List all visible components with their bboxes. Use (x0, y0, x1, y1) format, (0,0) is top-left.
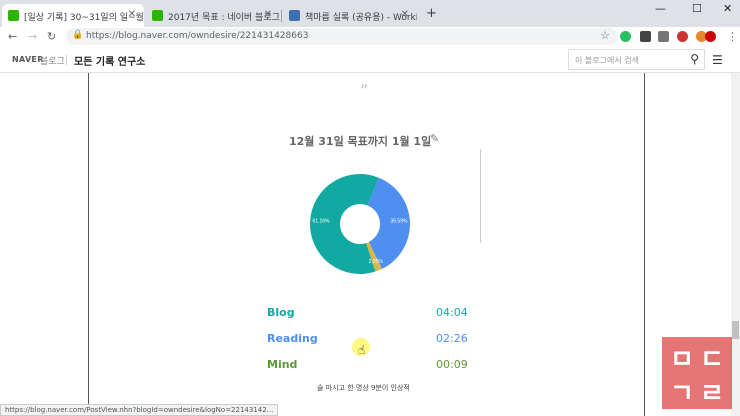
lock-icon: 🔒 (72, 30, 84, 40)
close-window-button[interactable]: ✕ (723, 2, 732, 15)
naver-blog-favicon-icon (152, 10, 163, 21)
reload-icon[interactable]: ↻ (47, 30, 56, 43)
pencil-edit-icon[interactable]: ✎ (430, 132, 439, 145)
watermark-char: ㄱ (670, 379, 694, 409)
url-text: https://blog.naver.com/owndesire/2214314… (86, 31, 309, 41)
bookmark-star-icon[interactable]: ☆ (600, 29, 610, 42)
blog-search-input[interactable]: 이 블로그에서 검색 ⚲ (568, 49, 705, 70)
tab-second[interactable]: 2017년 목표 : 네이버 블로그 ✕ (146, 4, 280, 27)
status-bar-url: https://blog.naver.com/PostView.nhn?blog… (0, 404, 279, 416)
quote-mark-icon: ” (360, 81, 369, 100)
close-icon[interactable]: ✕ (401, 9, 409, 20)
slice-label-blog: 61.16% (313, 219, 331, 225)
browser-tab-strip: [일상 기록] 30~31일의 일~월도 ✕ 2017년 목표 : 네이버 블로… (0, 0, 740, 27)
embedded-scroll-track (480, 149, 481, 243)
minimize-button[interactable]: — (655, 2, 666, 15)
tab-third[interactable]: 책마름 실록 (공유용) - WorkFlo ✕ (283, 4, 417, 27)
slice-label-reading: 36.59% (390, 219, 408, 225)
page-scrollbar[interactable] (731, 73, 740, 416)
evernote-extension-icon[interactable] (620, 31, 631, 42)
address-bar[interactable]: 🔒 https://blog.naver.com/owndesire/22143… (66, 28, 618, 45)
post-content: ” 12월 31일 목표까지 1월 1일 ✎ 61.16% 36.59% 2.25%… (0, 73, 740, 416)
chart-title: 12월 31일 목표까지 1월 1일 (289, 135, 432, 148)
legend-time-blog: 04:04 (436, 306, 468, 319)
watermark-logo: ㅁ ㄷ ㄱ ㄹ (662, 337, 732, 409)
extension-badge-icon[interactable] (677, 31, 688, 42)
naver-logo[interactable]: NAVER (12, 55, 44, 64)
extension-icon[interactable] (640, 31, 651, 42)
profile-avatar[interactable] (705, 31, 716, 42)
blog-title[interactable]: 모든 기록 연구소 (74, 53, 145, 68)
back-arrow-icon[interactable]: ← (8, 30, 17, 43)
slice-label-mind: 2.25% (369, 259, 384, 265)
watermark-char: ㄹ (700, 379, 724, 409)
naver-blog-favicon-icon (8, 10, 19, 21)
kebab-menu-icon[interactable]: ⋮ (727, 30, 738, 43)
legend-time-reading: 02:26 (436, 332, 468, 345)
watermark-char: ㄷ (700, 345, 724, 375)
close-icon[interactable]: ✕ (128, 9, 136, 20)
legend-label-mind: Mind (267, 358, 298, 371)
blog-header: NAVER 블로그 모든 기록 연구소 이 블로그에서 검색 ⚲ ☰ (0, 47, 740, 73)
blog-home-link[interactable]: 블로그 (40, 54, 65, 67)
forward-arrow-icon[interactable]: → (28, 30, 37, 43)
post-caption: 술 마시고 한 명상 9분이 인상적 (317, 384, 410, 392)
tab-divider (281, 10, 282, 22)
hand-cursor-icon: ☝ (358, 343, 366, 357)
watermark-char: ㅁ (670, 345, 694, 375)
maximize-button[interactable]: ☐ (692, 2, 702, 15)
new-tab-icon[interactable]: + (426, 6, 437, 21)
close-icon[interactable]: ✕ (264, 9, 272, 20)
post-left-border (88, 73, 89, 416)
legend-time-mind: 00:09 (436, 358, 468, 371)
browser-toolbar: ← → ↻ 🔒 https://blog.naver.com/owndesire… (0, 27, 740, 47)
legend-label-blog: Blog (267, 306, 295, 319)
scroll-thumb[interactable] (732, 321, 739, 339)
donut-chart: 61.16% 36.59% 2.25% (310, 174, 410, 274)
tab-title: [일상 기록] 30~31일의 일~월도 (24, 13, 144, 23)
search-icon[interactable]: ⚲ (690, 52, 699, 66)
divider (66, 55, 67, 65)
hamburger-menu-icon[interactable]: ☰ (712, 53, 723, 67)
workflowy-favicon-icon (289, 10, 300, 21)
legend-label-reading: Reading (267, 332, 318, 345)
extension-icon[interactable] (658, 31, 669, 42)
search-placeholder: 이 블로그에서 검색 (575, 56, 639, 65)
post-right-border (644, 73, 645, 416)
tab-active[interactable]: [일상 기록] 30~31일의 일~월도 ✕ (2, 4, 144, 27)
